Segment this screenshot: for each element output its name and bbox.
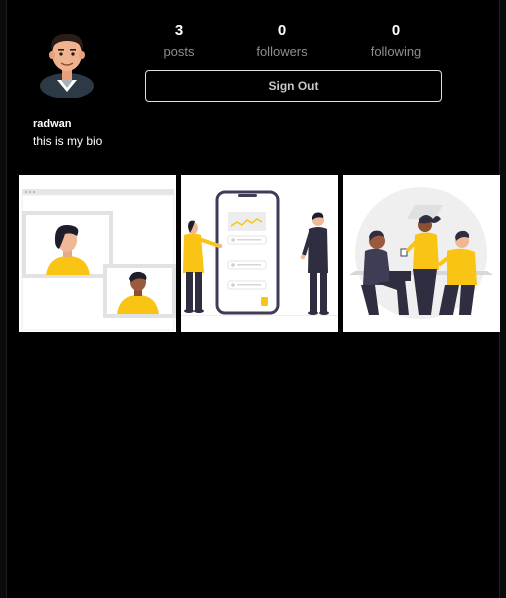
profile-header: 3 posts 0 followers 0 following Sign Out… (0, 0, 506, 165)
video-call-illustration (19, 175, 176, 332)
username: radwan (33, 118, 72, 130)
following-stat[interactable]: 0 following (351, 22, 441, 61)
mobile-app-illustration (181, 175, 338, 332)
posts-grid (19, 175, 501, 333)
profile-stats: 3 posts 0 followers 0 following (145, 22, 442, 62)
following-label: following (370, 44, 422, 59)
posts-label: posts (163, 44, 195, 59)
posts-count: 3 (174, 22, 184, 39)
sign-out-button[interactable]: Sign Out (145, 70, 442, 102)
followers-stat[interactable]: 0 followers (237, 22, 327, 61)
followers-label: followers (256, 44, 308, 59)
avatar[interactable] (38, 22, 96, 98)
following-count: 0 (391, 22, 401, 39)
team-meeting-illustration (343, 175, 500, 332)
followers-count: 0 (277, 22, 287, 39)
post-thumbnail-mobile-app[interactable] (181, 175, 338, 332)
bio-text: this is my bio (33, 134, 103, 148)
posts-stat[interactable]: 3 posts (134, 22, 224, 61)
post-thumbnail-team-meeting[interactable] (343, 175, 500, 332)
post-thumbnail-video-call[interactable] (19, 175, 176, 332)
